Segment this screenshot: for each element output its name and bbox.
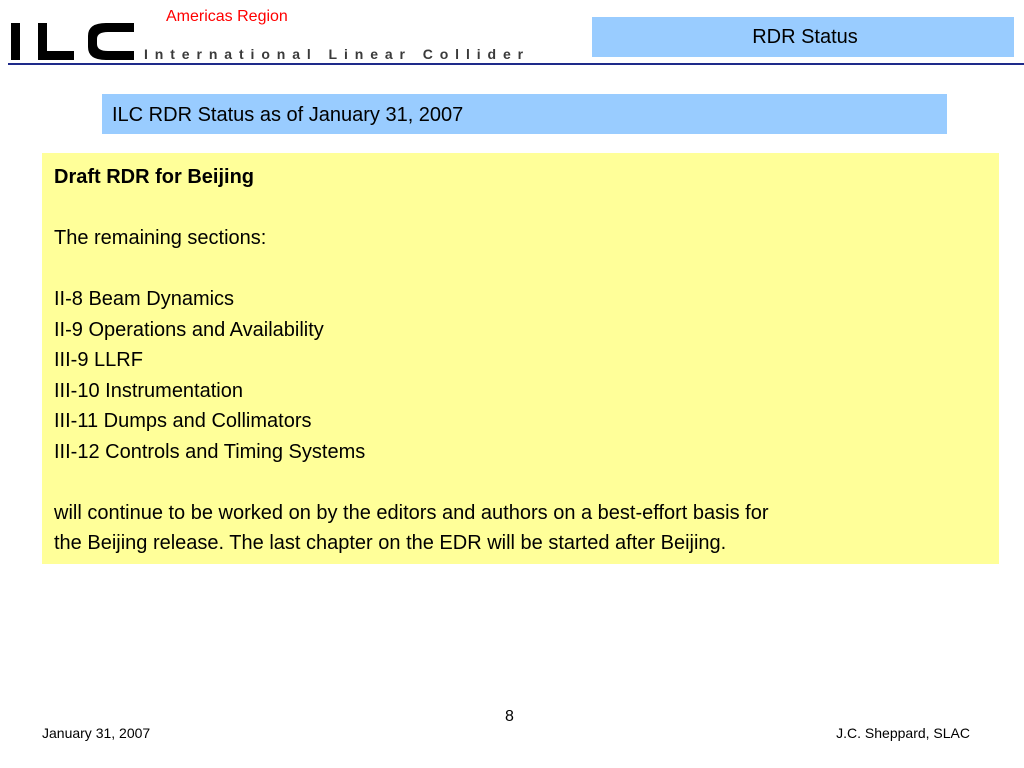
closing-text-line2: the Beijing release. The last chapter on… xyxy=(54,532,727,554)
section-title: RDR Status xyxy=(752,26,858,48)
slide-heading-box: ILC RDR Status as of January 31, 2007 xyxy=(102,94,947,134)
page-number: 8 xyxy=(505,708,514,725)
content-title: Draft RDR for Beijing xyxy=(54,166,254,188)
slide-heading: ILC RDR Status as of January 31, 2007 xyxy=(112,104,464,126)
section-item: II-8 Beam Dynamics xyxy=(54,288,235,310)
section-item: II-9 Operations and Availability xyxy=(54,318,324,341)
region-label: Americas Region xyxy=(166,8,288,25)
footer-author: J.C. Sheppard, SLAC xyxy=(836,725,970,741)
section-item: III-11 Dumps and Collimators xyxy=(54,410,312,432)
content-intro: The remaining sections: xyxy=(54,227,267,249)
section-title-box: RDR Status xyxy=(592,17,1014,57)
section-item: III-9 LLRF xyxy=(54,349,143,371)
content-box: Draft RDR for Beijing The remaining sect… xyxy=(42,153,999,564)
closing-text-line1: will continue to be worked on by the edi… xyxy=(54,501,769,524)
header-divider xyxy=(8,63,1024,65)
footer-date: January 31, 2007 xyxy=(42,725,151,741)
section-item: III-10 Instrumentation xyxy=(54,379,243,402)
ilc-wordmark-logo xyxy=(11,23,134,60)
section-list: II-8 Beam Dynamics II-9 Operations and A… xyxy=(54,284,987,467)
section-item: III-12 Controls and Timing Systems xyxy=(54,440,366,463)
logo-tagline: International Linear Collider xyxy=(144,46,531,62)
